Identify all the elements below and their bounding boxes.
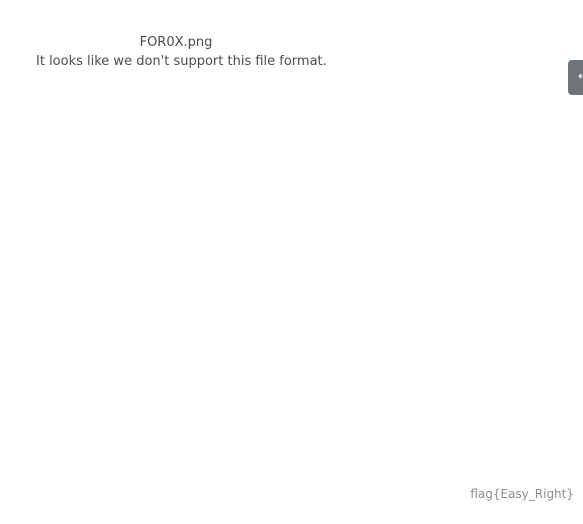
side-panel-toggle-button[interactable]: ←: [568, 60, 583, 95]
file-viewer: FOR0X.png It looks like we don't support…: [0, 0, 583, 524]
unsupported-format-message: It looks like we don't support this file…: [36, 54, 327, 69]
unsupported-file-notice: FOR0X.png It looks like we don't support…: [36, 34, 327, 71]
arrow-icon: ←: [578, 69, 583, 83]
file-name: FOR0X.png: [139, 35, 213, 50]
flag-text: flag{Easy_Right}: [470, 487, 574, 501]
